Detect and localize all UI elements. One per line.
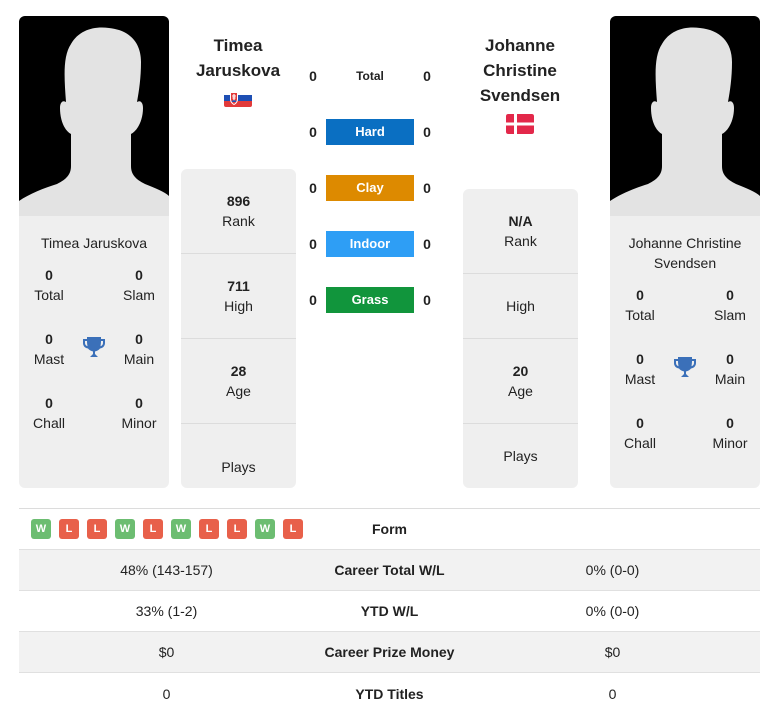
player2-stats-card: N/A Rank High 20 Age Plays bbox=[463, 189, 578, 488]
row-label: Career Prize Money bbox=[324, 644, 455, 660]
form-badge: L bbox=[87, 519, 107, 539]
player1-stats-card: 896 Rank 711 High 28 Age Plays bbox=[181, 169, 296, 488]
player1-high: 711 High bbox=[181, 254, 296, 339]
player2-photo bbox=[610, 16, 760, 216]
player1-value: 0 bbox=[162, 685, 171, 702]
titles-minor: 0 Minor bbox=[121, 395, 157, 431]
surface-row-total: 0 Total 0 bbox=[300, 63, 440, 89]
surface-chip-indoor: Indoor bbox=[326, 231, 414, 257]
form-badge: L bbox=[199, 519, 219, 539]
player2-name-line[interactable]: Svendsen bbox=[462, 83, 578, 108]
row-label: YTD W/L bbox=[360, 603, 419, 619]
titles-minor: 0 Minor bbox=[712, 415, 748, 451]
player1-name-line[interactable]: Timea bbox=[180, 33, 296, 58]
titles-main: 0 Main bbox=[714, 351, 746, 387]
player2-rank: N/A Rank bbox=[463, 189, 578, 274]
titles-mast: 0 Mast bbox=[33, 331, 65, 367]
surface-row-hard: 0 Hard 0 bbox=[300, 119, 440, 145]
titles-mast: 0 Mast bbox=[624, 351, 656, 387]
comparison-table: W L L W L W L L W L Form 48% (143-157) C… bbox=[19, 508, 760, 714]
player1-name-line[interactable]: Jaruskova bbox=[180, 58, 296, 83]
surface-row-grass: 0 Grass 0 bbox=[300, 287, 440, 313]
player2-value: 0 bbox=[608, 685, 617, 702]
titles-chall: 0 Chall bbox=[33, 395, 65, 431]
player2-surface-hard: 0 bbox=[423, 124, 431, 140]
trophy-icon bbox=[83, 337, 105, 357]
player2-titles: 0 Total 0 Slam 0 Mast 0 Main 0 Chall 0 M… bbox=[610, 285, 760, 485]
player1-value: 33% (1-2) bbox=[135, 603, 198, 619]
player1-value: 48% (143-157) bbox=[120, 562, 213, 578]
player1-surface-clay: 0 bbox=[309, 180, 317, 196]
table-row: 0 YTD Titles 0 bbox=[19, 673, 760, 714]
player2-surface-indoor: 0 bbox=[423, 236, 431, 252]
player1-card-name: Timea Jaruskova bbox=[40, 235, 148, 251]
surface-label-total: Total bbox=[356, 69, 384, 83]
player2-card-name: Johanne Christine Svendsen bbox=[628, 235, 742, 271]
player2-surface-clay: 0 bbox=[423, 180, 431, 196]
player2-plays: Plays bbox=[503, 448, 538, 464]
titles-slam: 0 Slam bbox=[123, 267, 155, 303]
player1-photo bbox=[19, 16, 169, 216]
form-badge: L bbox=[283, 519, 303, 539]
player1-profile-card: Timea Jaruskova 0 Total 0 Slam 0 Mast 0 … bbox=[19, 16, 169, 488]
form-row: W L L W L W L L W L Form bbox=[19, 509, 760, 550]
table-row: 48% (143-157) Career Total W/L 0% (0-0) bbox=[19, 550, 760, 591]
table-row: 33% (1-2) YTD W/L 0% (0-0) bbox=[19, 591, 760, 632]
player2-value: $0 bbox=[604, 644, 621, 660]
player1-plays: Plays bbox=[221, 458, 256, 475]
player2-high: High bbox=[463, 274, 578, 339]
titles-main: 0 Main bbox=[123, 331, 155, 367]
form-label: Form bbox=[372, 521, 407, 537]
titles-total: 0 Total bbox=[34, 267, 64, 303]
player1-surface-hard: 0 bbox=[309, 124, 317, 140]
surface-chip-hard: Hard bbox=[326, 119, 414, 145]
player1-surface-grass: 0 bbox=[309, 292, 317, 308]
player1-header: Timea Jaruskova bbox=[180, 33, 296, 107]
surface-row-indoor: 0 Indoor 0 bbox=[300, 231, 440, 257]
surface-row-clay: 0 Clay 0 bbox=[300, 175, 440, 201]
player-silhouette-icon bbox=[610, 27, 760, 216]
denmark-flag-icon bbox=[506, 114, 534, 134]
player1-rank: 896 Rank bbox=[181, 169, 296, 254]
player1-age: 28 Age bbox=[181, 339, 296, 424]
player2-value: 0% (0-0) bbox=[585, 562, 640, 578]
player2-surface-total: 0 bbox=[423, 68, 431, 84]
row-label: Career Total W/L bbox=[334, 562, 445, 578]
form-badge: W bbox=[115, 519, 135, 539]
player2-value: 0% (0-0) bbox=[585, 603, 640, 619]
player1-value: $0 bbox=[158, 644, 175, 660]
form-badge: L bbox=[227, 519, 247, 539]
player2-name-line[interactable]: Christine bbox=[462, 58, 578, 83]
player1-titles: 0 Total 0 Slam 0 Mast 0 Main 0 Chall 0 M… bbox=[19, 265, 169, 465]
row-label: YTD Titles bbox=[355, 685, 424, 702]
form-badge: L bbox=[143, 519, 163, 539]
player-silhouette-icon bbox=[19, 27, 169, 216]
titles-total: 0 Total bbox=[625, 287, 655, 323]
form-badge: W bbox=[255, 519, 275, 539]
player2-surface-grass: 0 bbox=[423, 292, 431, 308]
surface-chip-grass: Grass bbox=[326, 287, 414, 313]
player2-header: Johanne Christine Svendsen bbox=[462, 33, 578, 134]
player1-form-list: W L L W L W L L W L bbox=[19, 519, 314, 539]
player1-surface-indoor: 0 bbox=[309, 236, 317, 252]
player2-age: 20 Age bbox=[463, 339, 578, 424]
table-row: $0 Career Prize Money $0 bbox=[19, 632, 760, 673]
player2-name-line[interactable]: Johanne bbox=[462, 33, 578, 58]
titles-chall: 0 Chall bbox=[624, 415, 656, 451]
player1-surface-total: 0 bbox=[309, 68, 317, 84]
slovakia-flag-icon bbox=[224, 89, 252, 107]
trophy-icon bbox=[674, 357, 696, 377]
titles-slam: 0 Slam bbox=[714, 287, 746, 323]
form-badge: W bbox=[31, 519, 51, 539]
form-badge: W bbox=[171, 519, 191, 539]
surface-chip-clay: Clay bbox=[326, 175, 414, 201]
player2-profile-card: Johanne Christine Svendsen 0 Total 0 Sla… bbox=[610, 16, 760, 488]
form-badge: L bbox=[59, 519, 79, 539]
